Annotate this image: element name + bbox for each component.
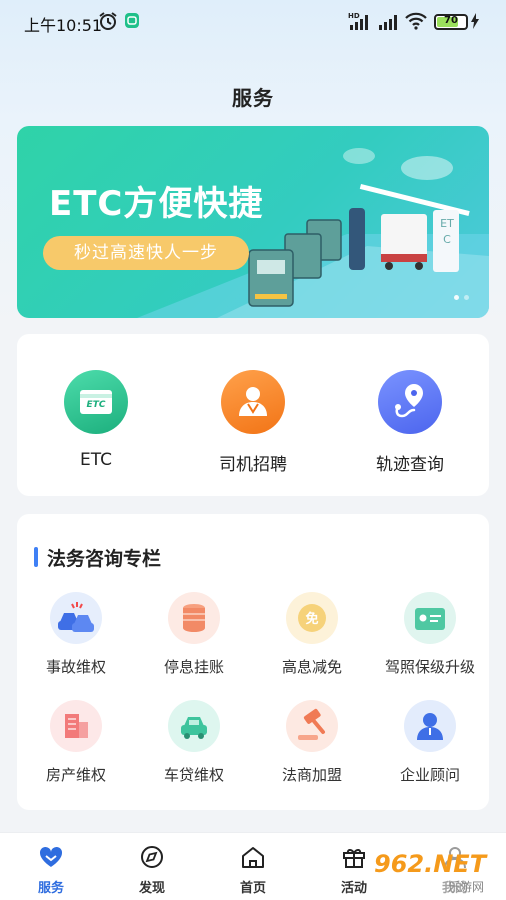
quick-action-label: 司机招聘	[219, 455, 287, 475]
status-bar: 上午10:51 HD 70	[0, 0, 506, 42]
legal-item-label: 企业顾问	[399, 766, 460, 784]
hd-label: HD	[348, 12, 360, 20]
tab-home[interactable]: 首页	[213, 845, 293, 896]
legal-item-label: 房产维权	[45, 766, 106, 784]
wifi-icon	[404, 12, 428, 34]
battery-text: 70	[444, 15, 458, 26]
home-icon	[242, 847, 264, 868]
etc-sign-text: ETC	[440, 217, 454, 246]
gift-icon	[343, 849, 365, 868]
signal-icon	[378, 11, 402, 35]
charging-icon	[470, 13, 480, 33]
tab-label: 首页	[239, 881, 266, 896]
promo-banner[interactable]: ETC方便快捷 秒过高速快人一步 ETC	[17, 126, 489, 318]
tab-discover[interactable]: 发现	[112, 845, 192, 896]
watermark-subtext: 乐游网	[448, 880, 485, 894]
banner-dot	[454, 295, 459, 300]
compass-icon	[141, 846, 163, 868]
car-loan-icon	[168, 700, 220, 752]
page-title: 服务	[232, 86, 274, 110]
signal-hd-icon: HD	[348, 11, 374, 35]
legal-item-property[interactable]: 房产维权	[17, 700, 135, 785]
gavel-icon	[286, 700, 338, 752]
quick-actions-card: ETC ETC 司机招聘 轨迹查询	[17, 334, 489, 496]
quick-action-label: ETC	[80, 450, 112, 470]
site-watermark: 962.NET 乐游网	[368, 846, 502, 898]
banner-headline: ETC方便快捷	[49, 184, 264, 224]
coin-stack-icon	[168, 592, 220, 644]
tab-label: 发现	[138, 881, 165, 896]
quick-action-driver-recruit[interactable]: 司机招聘	[198, 370, 308, 475]
heart-icon	[39, 846, 63, 867]
watermark-text: 962.NET	[374, 850, 487, 878]
advisor-icon	[404, 700, 456, 752]
building-icon	[50, 700, 102, 752]
banner-tagline: 秒过高速快人一步	[43, 236, 249, 270]
etc-card-icon: ETC	[64, 370, 128, 434]
legal-consult-card: 法务咨询专栏 事故维权 停息挂账 免 高息减免 驾照保级升级 房产维权 车贷维权…	[17, 514, 489, 810]
license-card-icon	[404, 592, 456, 644]
legal-item-car-loan[interactable]: 车贷维权	[135, 700, 253, 785]
legal-item-accident[interactable]: 事故维权	[17, 592, 135, 677]
legal-item-interest-waiver[interactable]: 免 高息减免	[253, 592, 371, 677]
legal-item-enterprise-advisor[interactable]: 企业顾问	[371, 700, 489, 785]
legal-item-license-upgrade[interactable]: 驾照保级升级	[371, 592, 489, 677]
status-time: 上午10:51	[24, 16, 103, 35]
track-query-icon	[378, 370, 442, 434]
legal-item-law-franchise[interactable]: 法商加盟	[253, 700, 371, 785]
banner-pagination	[449, 285, 469, 304]
quick-action-label: 轨迹查询	[376, 455, 444, 475]
driver-recruit-icon	[221, 370, 285, 434]
legal-item-label: 高息减免	[281, 658, 342, 676]
tab-label: 服务	[37, 881, 64, 896]
section-title: 法务咨询专栏	[47, 548, 162, 570]
interest-waiver-icon: 免	[286, 592, 338, 644]
legal-item-label: 法商加盟	[281, 766, 342, 784]
legal-item-installment[interactable]: 停息挂账	[135, 592, 253, 677]
etc-icon-text: ETC	[86, 400, 106, 410]
car-accident-icon	[50, 592, 102, 644]
legal-item-label: 停息挂账	[163, 658, 224, 676]
battery-indicator: 70	[434, 14, 468, 30]
app-notification-icon	[124, 12, 140, 33]
waiver-icon-text: 免	[305, 612, 319, 627]
legal-item-label: 驾照保级升级	[384, 658, 475, 676]
legal-item-label: 车贷维权	[163, 766, 224, 784]
quick-action-track-query[interactable]: 轨迹查询	[355, 370, 465, 475]
alarm-icon	[98, 11, 118, 35]
quick-action-etc[interactable]: ETC ETC	[41, 370, 151, 470]
tab-service[interactable]: 服务	[11, 845, 91, 896]
banner-dot	[464, 295, 469, 300]
legal-item-label: 事故维权	[45, 658, 106, 676]
